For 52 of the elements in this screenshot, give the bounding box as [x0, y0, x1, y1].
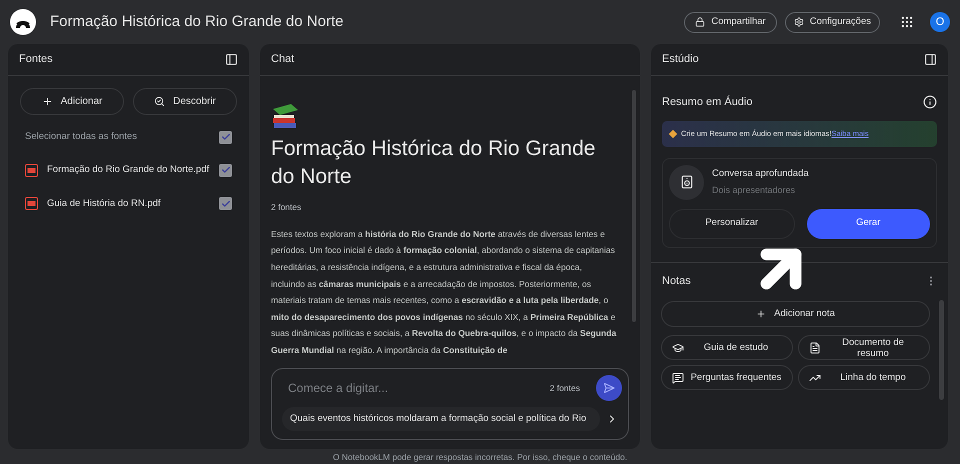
note-action-button[interactable]: Linha do tempo — [798, 365, 930, 390]
panel-title: Chat — [271, 52, 294, 68]
notebook-title: Formação Histórica do Rio Grande do Norte — [50, 12, 344, 32]
panel-toggle-icon[interactable] — [924, 53, 937, 66]
plus-icon — [756, 309, 766, 319]
share-button[interactable]: Compartilhar — [684, 12, 777, 32]
avatar[interactable]: O — [930, 12, 950, 32]
document-icon — [809, 342, 821, 354]
input-source-count: 2 fontes — [550, 382, 580, 394]
plus-icon — [42, 96, 53, 107]
chat-bubble-icon — [672, 372, 684, 384]
checkbox[interactable] — [219, 197, 232, 210]
section-title: Resumo em Áudio — [662, 94, 752, 110]
settings-button[interactable]: Configurações — [784, 12, 880, 32]
chat-input[interactable]: Comece a digitar... — [282, 379, 550, 397]
source-count: 2 fontes — [271, 201, 302, 214]
lock-icon — [695, 17, 706, 27]
search-icon — [154, 96, 166, 107]
format-title: Conversa aprofundada — [712, 166, 809, 181]
source-name[interactable]: Formação do Rio Grande do Norte.pdf — [47, 163, 210, 178]
source-name[interactable]: Guia de História do RN.pdf — [47, 196, 210, 211]
settings-icon — [794, 17, 804, 27]
graduation-cap-icon — [672, 342, 684, 354]
logo-icon[interactable] — [10, 9, 36, 35]
note-action-button[interactable]: Perguntas frequentes — [661, 365, 793, 390]
send-icon — [603, 382, 615, 394]
info-icon[interactable] — [923, 95, 937, 110]
notebook-heading: Formação Histórica do Rio Grande do Norte — [271, 136, 596, 190]
checkbox[interactable] — [219, 130, 232, 144]
discover-button[interactable]: Descobrir — [133, 88, 237, 115]
select-all-label: Selecionar todas as fontes — [25, 130, 137, 144]
send-button[interactable] — [596, 375, 622, 401]
note-action-button[interactable]: Guia de estudo — [661, 335, 793, 360]
panel-toggle-icon[interactable] — [225, 53, 238, 66]
scrollbar[interactable] — [939, 300, 944, 400]
customize-button[interactable]: Personalizar — [669, 208, 794, 238]
checkbox[interactable] — [219, 164, 232, 177]
speaker-icon — [669, 164, 704, 200]
pdf-icon — [25, 197, 38, 210]
pdf-icon — [25, 164, 38, 177]
apps-icon[interactable] — [900, 15, 914, 29]
note-action-button[interactable]: Documento de resumo — [798, 335, 930, 360]
suggestion-chip[interactable]: Quais eventos históricos moldaram a formação social e política do Rio — [282, 407, 600, 431]
section-title: Notas — [662, 274, 691, 288]
generate-button[interactable]: Gerar — [806, 208, 930, 238]
summary-paragraph: Estes textos exploram a história do Rio Grande do Norte através de diversas lentes e períodos. Um foco inicial é dado à formação colonial, abordando o sistema de capitanias hereditárias, a resistência indígena, e a estrutura administrativa e fiscal da época, incluindo as câmaras municipais e a arrecadação de impostos. Posteriormente, os materiais tratam de temas mais recentes, como a escravidão e a luta pela liberdade, o mito do desaparecimento dos povos indígenas no século XIX, a Primeira República e suas dinâmicas políticas e sociais, a Revolta do Quebra-quilos, e o impacto da Segunda Guerra Mundial na região. A importância da Constituição de — [271, 228, 618, 357]
format-subtitle: Dois apresentadores — [712, 184, 796, 197]
add-note-button[interactable]: Adicionar nota — [661, 301, 930, 327]
panel-title: Fontes — [19, 52, 53, 68]
disclaimer: O NotebookLM pode gerar respostas incorretas. Por isso, cheque o conteúdo. — [332, 451, 628, 464]
add-source-button[interactable]: Adicionar — [20, 88, 124, 115]
panel-title: Estúdio — [662, 52, 699, 68]
